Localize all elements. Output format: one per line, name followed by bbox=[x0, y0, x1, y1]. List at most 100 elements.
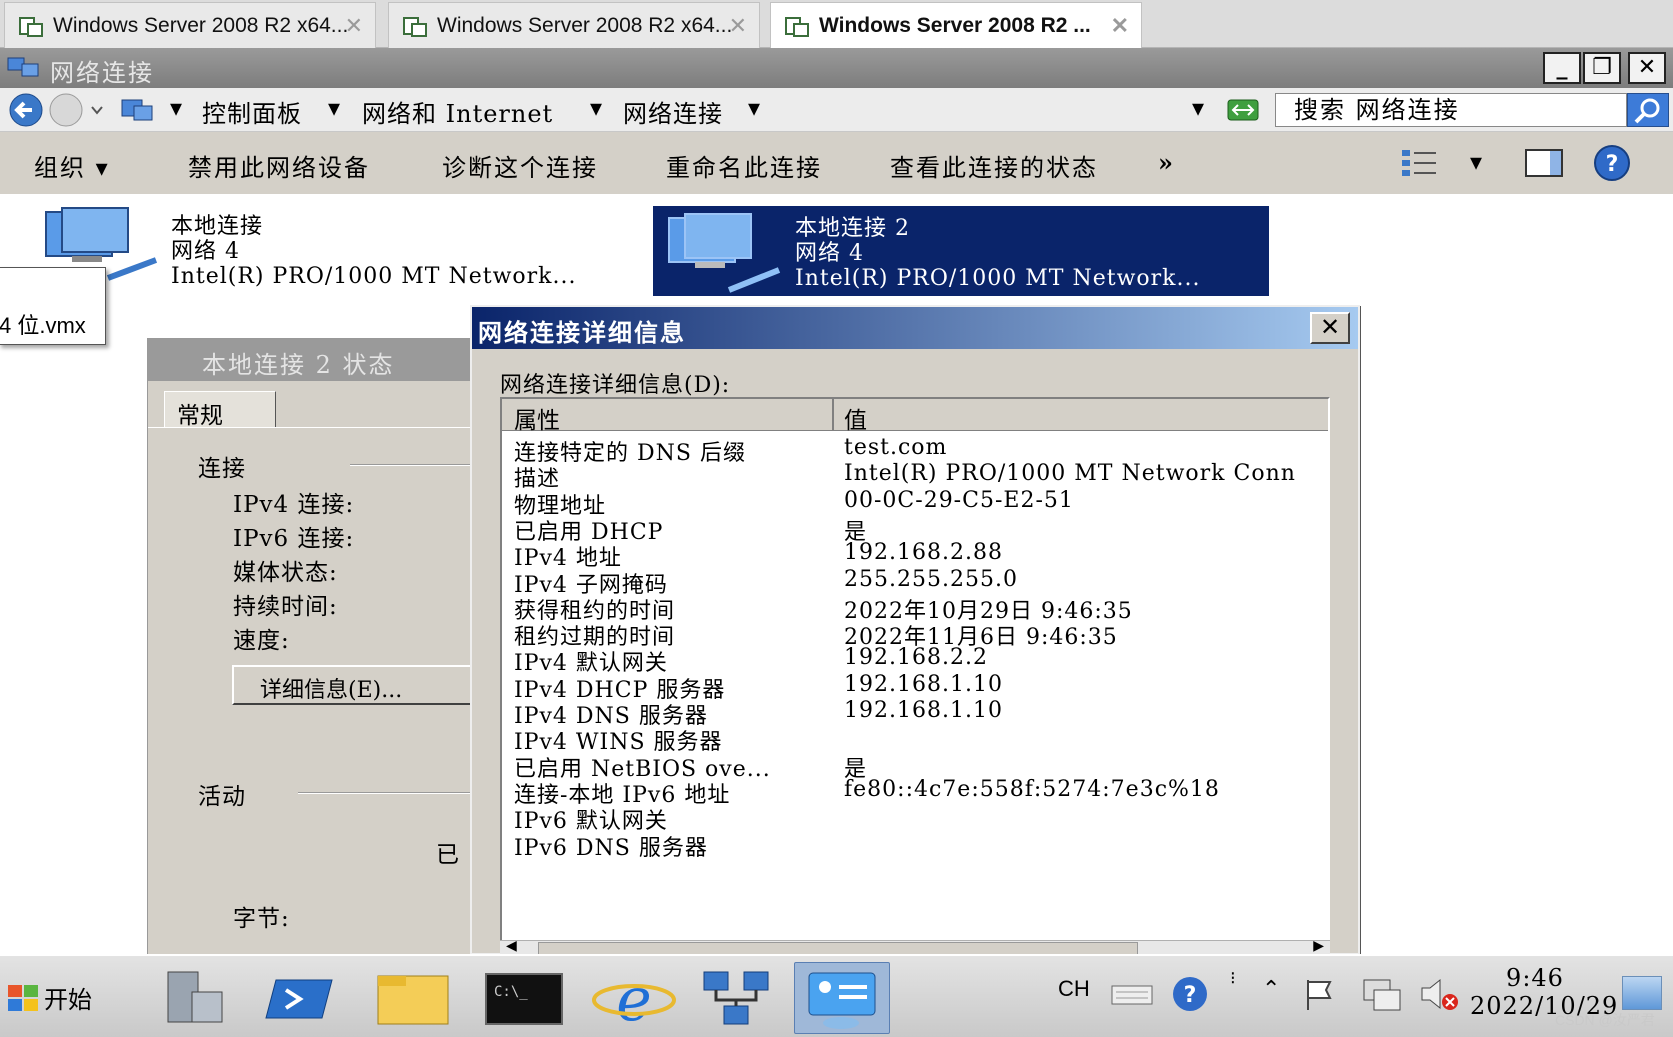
chevron-down-icon[interactable]: ▾ bbox=[590, 94, 603, 122]
view-dropdown-icon[interactable]: ▾ bbox=[1470, 148, 1484, 176]
table-row[interactable]: 连接特定的 DNS 后缀 test.com bbox=[502, 435, 1328, 466]
close-icon[interactable]: ✕ bbox=[345, 13, 363, 39]
section-connection: 连接 bbox=[198, 456, 246, 482]
table-row[interactable]: 物理地址 00-0C-29-C5-E2-51 bbox=[502, 487, 1328, 519]
restore-button[interactable]: ❐ bbox=[1583, 52, 1621, 84]
disable-device-button[interactable]: 禁用此网络设备 bbox=[188, 148, 370, 183]
row-value: 00-0C-29-C5-E2-51 bbox=[844, 487, 1074, 513]
table-row[interactable]: IPv6 DNS 服务器 bbox=[502, 830, 1328, 861]
preview-pane-icon[interactable] bbox=[1524, 146, 1566, 180]
row-value: 192.168.2.2 bbox=[844, 645, 988, 671]
connection-name: 本地连接 bbox=[171, 214, 264, 239]
powershell-icon bbox=[265, 979, 333, 1019]
show-desktop-button[interactable] bbox=[1622, 976, 1662, 1010]
tab-general[interactable]: 常规 bbox=[164, 391, 276, 429]
table-row[interactable]: 连接-本地 IPv6 地址 fe80::4c7e:558f:5274:7e3c%1… bbox=[502, 777, 1328, 808]
action-center-flag-icon[interactable] bbox=[1300, 974, 1340, 1014]
table-row[interactable]: 已启用 DHCP 是 bbox=[502, 514, 1328, 545]
taskbar-internet-explorer[interactable]: e bbox=[586, 962, 682, 1035]
table-row[interactable]: IPv4 DNS 服务器 192.168.1.10 bbox=[502, 698, 1328, 729]
details-listview[interactable]: 属性 值 连接特定的 DNS 后缀 test.com 描述 Intel(R) PRO/… bbox=[500, 397, 1330, 957]
section-activity: 活动 bbox=[198, 784, 246, 810]
help-icon[interactable]: ? bbox=[1592, 144, 1632, 182]
show-hidden-icons-icon[interactable]: ⌃ bbox=[1262, 976, 1280, 1002]
refresh-icon[interactable] bbox=[1226, 96, 1260, 124]
close-dialog-button[interactable]: ✕ bbox=[1310, 312, 1350, 344]
view-status-button[interactable]: 查看此连接的状态 bbox=[890, 148, 1098, 183]
command-bar: 组织 ▾ 禁用此网络设备 诊断这个连接 重命名此连接 查看此连接的状态 » ▾ … bbox=[0, 132, 1673, 194]
table-row[interactable]: IPv4 WINS 服务器 bbox=[502, 724, 1328, 755]
vm-tab-2[interactable]: Windows Server 2008 R2 x64... ✕ bbox=[388, 2, 760, 48]
organize-button[interactable]: 组织 ▾ bbox=[34, 148, 110, 183]
column-header-property[interactable]: 属性 bbox=[514, 401, 560, 435]
table-row[interactable]: IPv4 地址 192.168.2.88 bbox=[502, 540, 1328, 571]
search-input[interactable]: 搜索 网络连接 bbox=[1275, 93, 1627, 127]
table-row[interactable]: IPv4 默认网关 192.168.2.2 bbox=[502, 645, 1328, 676]
network-connections-icon bbox=[7, 57, 39, 77]
minimize-button[interactable]: _ bbox=[1543, 52, 1581, 84]
taskbar-server-manager[interactable] bbox=[146, 962, 242, 1034]
keyboard-icon[interactable] bbox=[1110, 976, 1154, 1012]
table-row[interactable]: 获得租约的时间 2022年10月29日 9:46:35 bbox=[502, 593, 1328, 624]
vm-tab-1[interactable]: Windows Server 2008 R2 x64... ✕ bbox=[4, 2, 376, 48]
taskbar-powershell[interactable] bbox=[256, 962, 352, 1034]
view-options-icon[interactable] bbox=[1400, 146, 1440, 180]
table-row[interactable]: 租约过期的时间 2022年11月6日 9:46:35 bbox=[502, 619, 1328, 650]
diagnose-button[interactable]: 诊断这个连接 bbox=[442, 148, 598, 183]
breadcrumb-network-connections[interactable]: 网络连接 bbox=[623, 94, 723, 129]
rename-button[interactable]: 重命名此连接 bbox=[666, 148, 822, 183]
row-value: 192.168.1.10 bbox=[844, 698, 1003, 723]
scroll-left-icon[interactable]: ◀ bbox=[506, 938, 517, 954]
folder-icon bbox=[377, 975, 449, 1025]
vm-tab-label: Windows Server 2008 R2 ... bbox=[819, 13, 1091, 37]
taskbar-cmd[interactable]: C:\_ bbox=[476, 962, 572, 1034]
scroll-right-icon[interactable]: ▶ bbox=[1313, 938, 1324, 954]
table-row[interactable]: IPv6 默认网关 bbox=[502, 803, 1328, 834]
search-button[interactable] bbox=[1627, 93, 1669, 127]
close-icon[interactable]: ✕ bbox=[1111, 13, 1129, 39]
volume-muted-icon[interactable] bbox=[1418, 974, 1462, 1014]
address-dropdown-icon[interactable]: ▾ bbox=[1192, 94, 1205, 122]
chevron-down-icon[interactable]: ▾ bbox=[328, 94, 341, 122]
ime-options-icon[interactable]: ⁝ bbox=[1230, 968, 1236, 989]
organize-label: 组织 bbox=[34, 154, 86, 182]
svg-text:C:\_: C:\_ bbox=[494, 984, 528, 1000]
help-icon[interactable]: ? bbox=[1170, 974, 1210, 1014]
vm-tab-3[interactable]: Windows Server 2008 R2 ... ✕ bbox=[770, 2, 1142, 48]
vm-icon bbox=[401, 13, 429, 39]
breadcrumb-network-internet[interactable]: 网络和 Internet bbox=[362, 94, 553, 129]
network-tray-icon[interactable] bbox=[1360, 974, 1404, 1014]
chevron-down-icon[interactable]: ▾ bbox=[170, 94, 183, 122]
table-row[interactable]: IPv4 DHCP 服务器 192.168.1.10 bbox=[502, 672, 1328, 703]
breadcrumb-control-panel[interactable]: 控制面板 bbox=[202, 94, 302, 129]
table-row[interactable]: 描述 Intel(R) PRO/1000 MT Network Conn bbox=[502, 461, 1328, 492]
connection-text: 本地连接 网络 4 Intel(R) PRO/1000 MT Network..… bbox=[171, 214, 576, 289]
vmware-tab-bar: Windows Server 2008 R2 x64... ✕ Windows … bbox=[0, 0, 1673, 48]
svg-text:e: e bbox=[616, 965, 652, 1034]
svg-text:?: ? bbox=[1184, 983, 1197, 1008]
table-row[interactable]: 已启用 NetBIOS ove... 是 bbox=[502, 751, 1328, 782]
svg-text:?: ? bbox=[1606, 152, 1619, 177]
server-manager-icon bbox=[167, 971, 223, 1023]
forward-icon[interactable] bbox=[49, 93, 83, 127]
close-icon[interactable]: ✕ bbox=[729, 13, 747, 39]
taskbar-network-connections[interactable] bbox=[794, 962, 890, 1034]
internet-explorer-icon: e bbox=[592, 965, 676, 1035]
column-header-value[interactable]: 值 bbox=[844, 401, 867, 435]
connection-item[interactable]: 本地连接 网络 4 Intel(R) PRO/1000 MT Network..… bbox=[38, 204, 628, 289]
start-button[interactable]: 开始 bbox=[4, 962, 122, 1032]
windows-logo-icon bbox=[8, 985, 38, 1011]
table-row[interactable]: IPv4 子网掩码 255.255.255.0 bbox=[502, 567, 1328, 598]
details-button[interactable]: 详细信息(E)... bbox=[232, 665, 478, 705]
connection-item-selected[interactable]: 本地连接 2 网络 4 Intel(R) PRO/1000 MT Network… bbox=[653, 206, 1269, 296]
row-property: IPv6 DNS 服务器 bbox=[514, 835, 708, 861]
close-window-button[interactable]: ✕ bbox=[1628, 52, 1666, 84]
taskbar-explorer[interactable] bbox=[366, 962, 462, 1034]
more-commands-button[interactable]: » bbox=[1158, 148, 1175, 177]
taskbar-network[interactable] bbox=[690, 962, 786, 1034]
chevron-down-icon[interactable]: ▾ bbox=[748, 94, 761, 122]
connection-name: 本地连接 2 bbox=[795, 216, 910, 241]
speed-label: 速度: bbox=[233, 628, 290, 654]
language-indicator[interactable]: CH bbox=[1058, 976, 1090, 1002]
vm-tab-label: Windows Server 2008 R2 x64... bbox=[53, 13, 349, 37]
